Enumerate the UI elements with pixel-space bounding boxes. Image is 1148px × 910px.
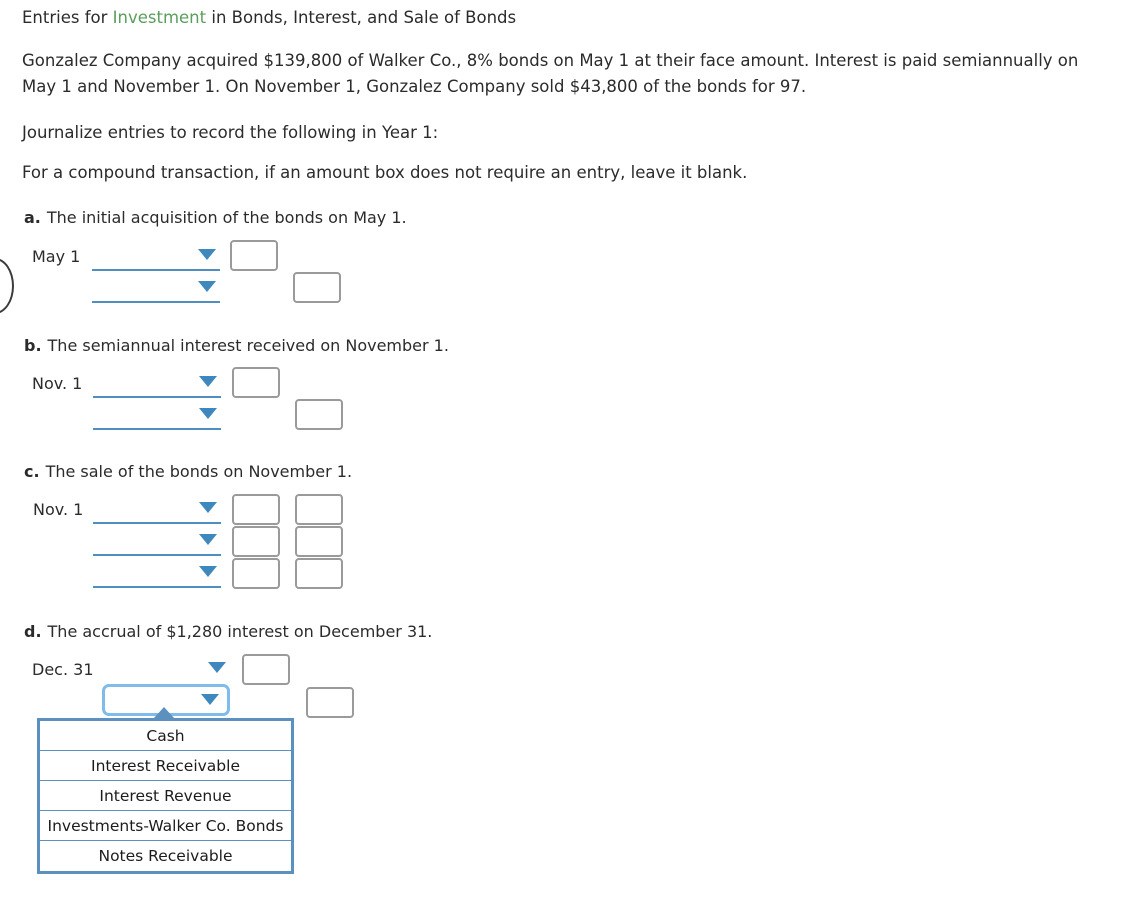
entry-a-row2-credit-box[interactable] (293, 272, 341, 303)
entry-d-row1-debit-box[interactable] (242, 654, 290, 685)
entry-b-row1-debit-box[interactable] (232, 367, 280, 398)
chevron-down-icon (199, 376, 217, 387)
entry-a-row2-account-select[interactable] (92, 277, 220, 303)
margin-arc-decoration (0, 258, 14, 314)
dropdown-option-interest-revenue[interactable]: Interest Revenue (40, 781, 291, 811)
entry-c-row2-credit-box[interactable] (295, 526, 343, 557)
chevron-down-icon (199, 502, 217, 513)
entry-c-row2-debit-box[interactable] (232, 526, 280, 557)
chevron-down-icon (198, 281, 216, 292)
entry-a-row1-debit-box[interactable] (230, 240, 278, 271)
requirement-d-letter: d. (24, 622, 42, 641)
chevron-down-icon (208, 662, 226, 673)
chevron-down-icon (199, 534, 217, 545)
account-dropdown-list[interactable]: Cash Interest Receivable Interest Revenu… (37, 718, 294, 874)
requirement-c-text: The sale of the bonds on November 1. (45, 462, 353, 481)
compound-transaction-note: For a compound transaction, if an amount… (22, 163, 748, 182)
entry-b-row2-credit-box[interactable] (295, 399, 343, 430)
page-title-suffix: in Bonds, Interest, and Sale of Bonds (206, 8, 517, 27)
journalize-instruction: Journalize entries to record the followi… (22, 123, 439, 142)
chevron-down-icon (199, 408, 217, 419)
entry-c-row1-debit-box[interactable] (232, 494, 280, 525)
requirement-b: b. The semiannual interest received on No… (24, 336, 449, 355)
requirement-c-letter: c. (24, 462, 40, 481)
entry-d-row1-account-select[interactable] (102, 658, 230, 684)
page-title: Entries for Investment in Bonds, Interes… (22, 8, 516, 27)
entry-a-row1-account-select[interactable] (92, 245, 220, 271)
dropdown-option-cash[interactable]: Cash (40, 721, 291, 751)
exercise-page: Entries for Investment in Bonds, Interes… (0, 0, 1148, 910)
requirement-a: a. The initial acquisition of the bonds o… (24, 208, 407, 227)
entry-c-row3-debit-box[interactable] (232, 558, 280, 589)
requirement-d: d. The accrual of $1,280 interest on Dece… (24, 622, 432, 641)
entry-b-date: Nov. 1 (32, 374, 83, 393)
requirement-b-text: The semiannual interest received on Nove… (47, 336, 449, 355)
entry-c-row3-account-select[interactable] (93, 562, 221, 588)
dropdown-option-investments-walker-co-bonds[interactable]: Investments-Walker Co. Bonds (40, 811, 291, 841)
chevron-down-icon (198, 249, 216, 260)
entry-d-row2-credit-box[interactable] (306, 687, 354, 718)
page-title-prefix: Entries for (22, 8, 113, 27)
problem-statement: Gonzalez Company acquired $139,800 of Wa… (22, 51, 1079, 96)
dropdown-pointer-notch (154, 707, 174, 718)
entry-b-row1-account-select[interactable] (93, 372, 221, 398)
page-title-highlight: Investment (112, 8, 207, 27)
requirement-c: c. The sale of the bonds on November 1. (24, 462, 352, 481)
entry-d-date: Dec. 31 (32, 660, 94, 679)
entry-c-row1-credit-box[interactable] (295, 494, 343, 525)
entry-c-row3-credit-box[interactable] (295, 558, 343, 589)
entry-c-date: Nov. 1 (33, 500, 84, 519)
entry-a-date: May 1 (32, 247, 81, 266)
dropdown-option-interest-receivable[interactable]: Interest Receivable (40, 751, 291, 781)
chevron-down-icon (201, 694, 219, 705)
requirement-d-text: The accrual of $1,280 interest on Decemb… (47, 622, 433, 641)
requirement-a-letter: a. (24, 208, 41, 227)
entry-c-row2-account-select[interactable] (93, 530, 221, 556)
dropdown-option-notes-receivable[interactable]: Notes Receivable (40, 841, 291, 871)
requirement-a-text: The initial acquisition of the bonds on … (46, 208, 407, 227)
chevron-down-icon (199, 566, 217, 577)
entry-c-row1-account-select[interactable] (93, 498, 221, 524)
requirement-b-letter: b. (24, 336, 42, 355)
entry-b-row2-account-select[interactable] (93, 404, 221, 430)
